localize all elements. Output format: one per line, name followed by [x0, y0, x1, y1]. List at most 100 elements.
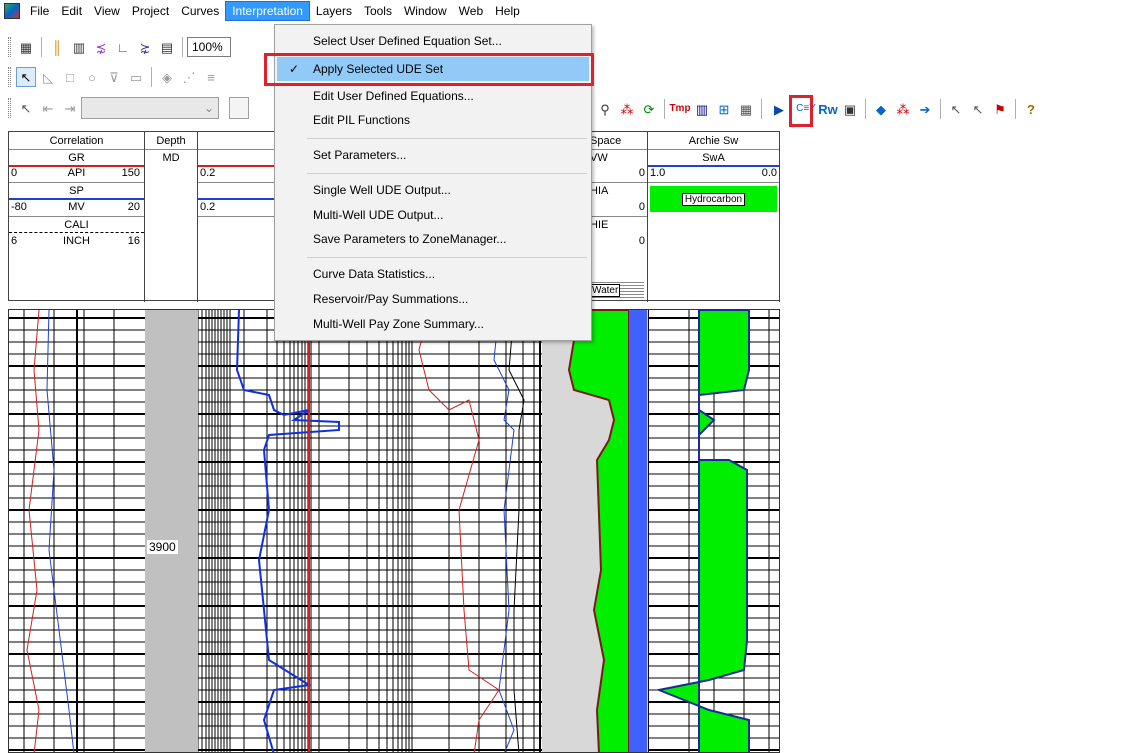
save-disk-icon[interactable]: ▣: [840, 99, 860, 119]
correlation-track-header[interactable]: Correlation GR API 0 150 SP MV -80 20 CA…: [9, 132, 145, 302]
menu-edit-ude[interactable]: Edit User Defined Equations...: [277, 84, 589, 108]
menu-help[interactable]: Help: [489, 2, 526, 20]
menu-layers[interactable]: Layers: [310, 2, 358, 20]
grid-icon[interactable]: ▥: [69, 37, 89, 57]
chart-icon[interactable]: ⊞: [714, 99, 734, 119]
gr-curve-line: [26, 310, 40, 752]
track-left-icon[interactable]: ⇤: [38, 98, 58, 118]
histogram-icon[interactable]: ▤: [157, 37, 177, 57]
chevron-down-icon: ⌄: [203, 101, 214, 115]
depth-column: [145, 310, 198, 752]
toolbar-grip[interactable]: [8, 67, 11, 87]
rw-calc-icon[interactable]: Rw: [818, 99, 838, 119]
menu-edit-pil-functions[interactable]: Edit PIL Functions: [277, 108, 589, 132]
cali-curve-name: CALI: [64, 219, 89, 231]
columns-icon[interactable]: ▦: [736, 99, 756, 119]
hydrocarbon-label: Hydrocarbon: [681, 192, 746, 206]
menu-reservoir-pay-summations[interactable]: Reservoir/Pay Summations...: [277, 287, 589, 311]
menu-project[interactable]: Project: [126, 2, 175, 20]
menu-edit[interactable]: Edit: [55, 2, 88, 20]
pointer-p-icon[interactable]: ↖: [946, 99, 966, 119]
pore-vw-label: VW: [590, 152, 608, 164]
menu-set-parameters[interactable]: Set Parameters...: [277, 143, 589, 167]
sp-curve-name: SP: [69, 185, 84, 197]
align-tool-icon[interactable]: ≡: [201, 67, 221, 87]
res-scale-min-2: 0.2: [200, 201, 216, 213]
select-arrow-icon[interactable]: ↖: [16, 67, 36, 87]
gr-curve-name: GR: [68, 152, 85, 164]
menu-window[interactable]: Window: [398, 2, 453, 20]
sp-max: 20: [127, 201, 140, 213]
line-tool-icon[interactable]: ◺: [38, 67, 58, 87]
res-scale-min: 0.2: [200, 167, 216, 179]
neutron-curve: [418, 310, 500, 752]
pointer-icon[interactable]: ↖: [16, 98, 36, 118]
sp-curve-line: [46, 310, 75, 752]
toolbar-grip[interactable]: [8, 37, 11, 57]
sp-min: -80: [11, 201, 27, 213]
pointer-i-icon[interactable]: ↖: [968, 99, 988, 119]
flag-icon[interactable]: ⚑: [990, 99, 1010, 119]
sonic-curve: [508, 310, 525, 752]
fingerprint-icon[interactable]: ⁂: [617, 99, 637, 119]
arrow-right-icon[interactable]: ➔: [915, 99, 935, 119]
swa-min: 1.0: [650, 167, 666, 179]
track-select-dropdown[interactable]: ⌄: [81, 97, 219, 119]
temperature-icon[interactable]: Tmp: [669, 99, 690, 119]
curve-tool-icon[interactable]: ∟: [113, 37, 133, 57]
menu-multi-well-ude-output[interactable]: Multi-Well UDE Output...: [277, 203, 589, 227]
matrix-fill: [629, 310, 647, 752]
menu-multi-well-pay-zone-summary[interactable]: Multi-Well Pay Zone Summary...: [277, 312, 589, 336]
toolbar-grip[interactable]: [8, 98, 11, 118]
menu-save-parameters-zonemanager[interactable]: Save Parameters to ZoneManager...: [277, 227, 589, 251]
water-label: Water: [590, 284, 621, 297]
menu-tools[interactable]: Tools: [358, 2, 398, 20]
color-bar-icon[interactable]: ▥: [692, 99, 712, 119]
fill-tool-icon[interactable]: ◈: [157, 67, 177, 87]
track-icon[interactable]: ║: [47, 37, 67, 57]
layout-icon[interactable]: ▦: [16, 37, 36, 57]
menu-curve-data-statistics[interactable]: Curve Data Statistics...: [277, 262, 589, 286]
menu-select-ude-set[interactable]: Select User Defined Equation Set...: [277, 29, 589, 53]
refresh-icon[interactable]: ⟳: [639, 99, 659, 119]
app-logo-icon[interactable]: [4, 3, 20, 19]
menu-web[interactable]: Web: [453, 2, 489, 20]
density-curve: [493, 310, 515, 752]
menu-interpretation[interactable]: Interpretation: [225, 1, 310, 21]
menu-curves[interactable]: Curves: [175, 2, 225, 20]
arrow-left-icon[interactable]: ◆: [871, 99, 891, 119]
depth-track-header[interactable]: Depth MD: [145, 132, 198, 302]
crossplot-icon[interactable]: ⋨: [91, 37, 111, 57]
sp-curve-unit: MV: [68, 201, 85, 213]
pattern-tool-icon[interactable]: ⋰: [179, 67, 199, 87]
secondary-dropdown[interactable]: [229, 97, 249, 119]
fingerprint-2-icon[interactable]: ⁂: [893, 99, 913, 119]
rectangle-tool-icon[interactable]: □: [60, 67, 80, 87]
cali-curve-unit: INCH: [63, 235, 90, 247]
archie-sw-track-header[interactable]: Archie Sw SwA 1.0 0.0 Hydrocarbon: [648, 132, 780, 302]
run-ude-play-icon[interactable]: ▶: [769, 99, 789, 119]
pore-hia-label: HIA: [590, 185, 609, 197]
water-pattern: Water: [590, 282, 644, 298]
cali-max: 16: [127, 235, 140, 247]
ellipse-tool-icon[interactable]: ○: [82, 67, 102, 87]
track-right-icon[interactable]: ⇥: [60, 98, 80, 118]
cali-min: 6: [11, 235, 18, 247]
highlight-box-run-button: [789, 95, 813, 127]
note-tool-icon[interactable]: ▭: [126, 67, 146, 87]
polygon-tool-icon[interactable]: ⊽: [104, 67, 124, 87]
zoom-curve-icon[interactable]: ⚲: [595, 99, 615, 119]
curve-edit-icon[interactable]: ⋩: [135, 37, 155, 57]
pore-vw-val: 0: [638, 167, 645, 179]
help-icon[interactable]: ?: [1021, 99, 1041, 119]
menu-file[interactable]: File: [24, 2, 55, 20]
zoom-field[interactable]: [187, 37, 231, 57]
menu-single-well-ude-output[interactable]: Single Well UDE Output...: [277, 178, 589, 202]
menu-separator: [307, 173, 587, 174]
log-plot[interactable]: [9, 310, 780, 753]
log-display[interactable]: 3900: [8, 309, 780, 753]
menu-view[interactable]: View: [88, 2, 126, 20]
pore-hia-val: 0: [638, 201, 645, 213]
highlight-box-menu-item: [264, 53, 594, 86]
swa-curve-name: SwA: [702, 152, 725, 164]
